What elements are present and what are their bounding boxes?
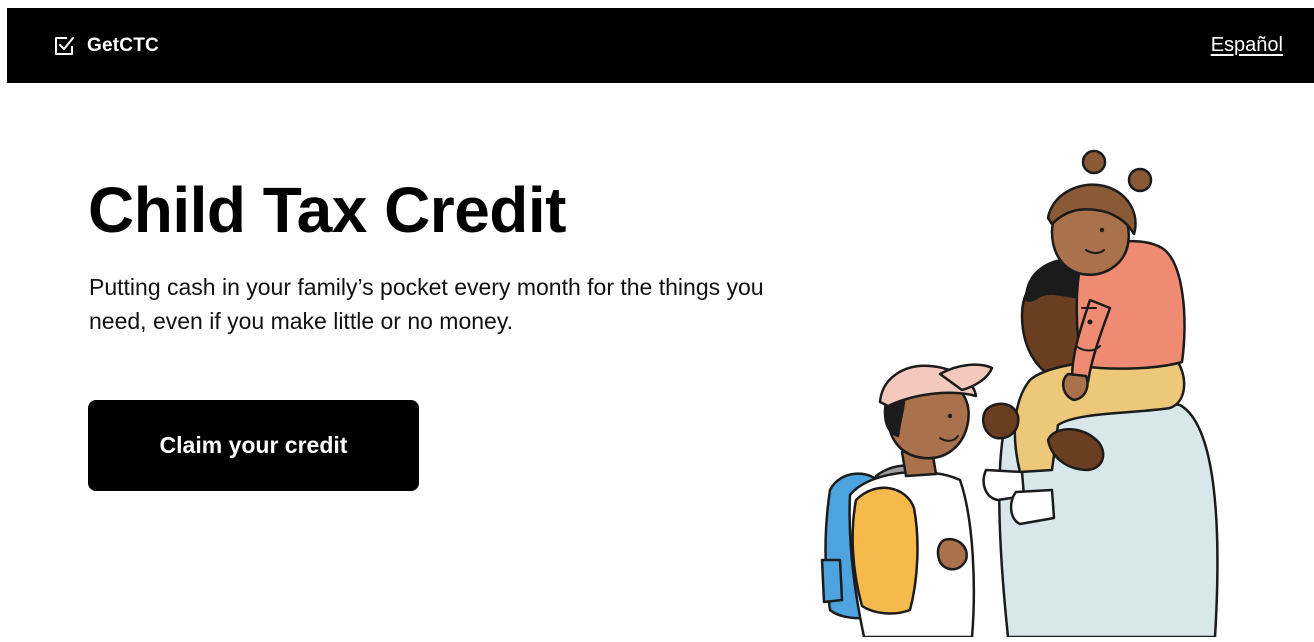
page-title: Child Tax Credit xyxy=(88,174,566,246)
brand-home-link[interactable]: GetCTC xyxy=(53,8,159,83)
top-navigation-bar: GetCTC Español xyxy=(7,8,1314,83)
family-illustration xyxy=(790,140,1230,639)
checkbox-check-icon xyxy=(53,35,75,57)
brand-name: GetCTC xyxy=(87,34,159,56)
hero-subtitle: Putting cash in your family’s pocket eve… xyxy=(89,274,764,334)
claim-credit-button[interactable]: Claim your credit xyxy=(88,400,419,491)
language-switch-link[interactable]: Español xyxy=(1211,8,1283,83)
